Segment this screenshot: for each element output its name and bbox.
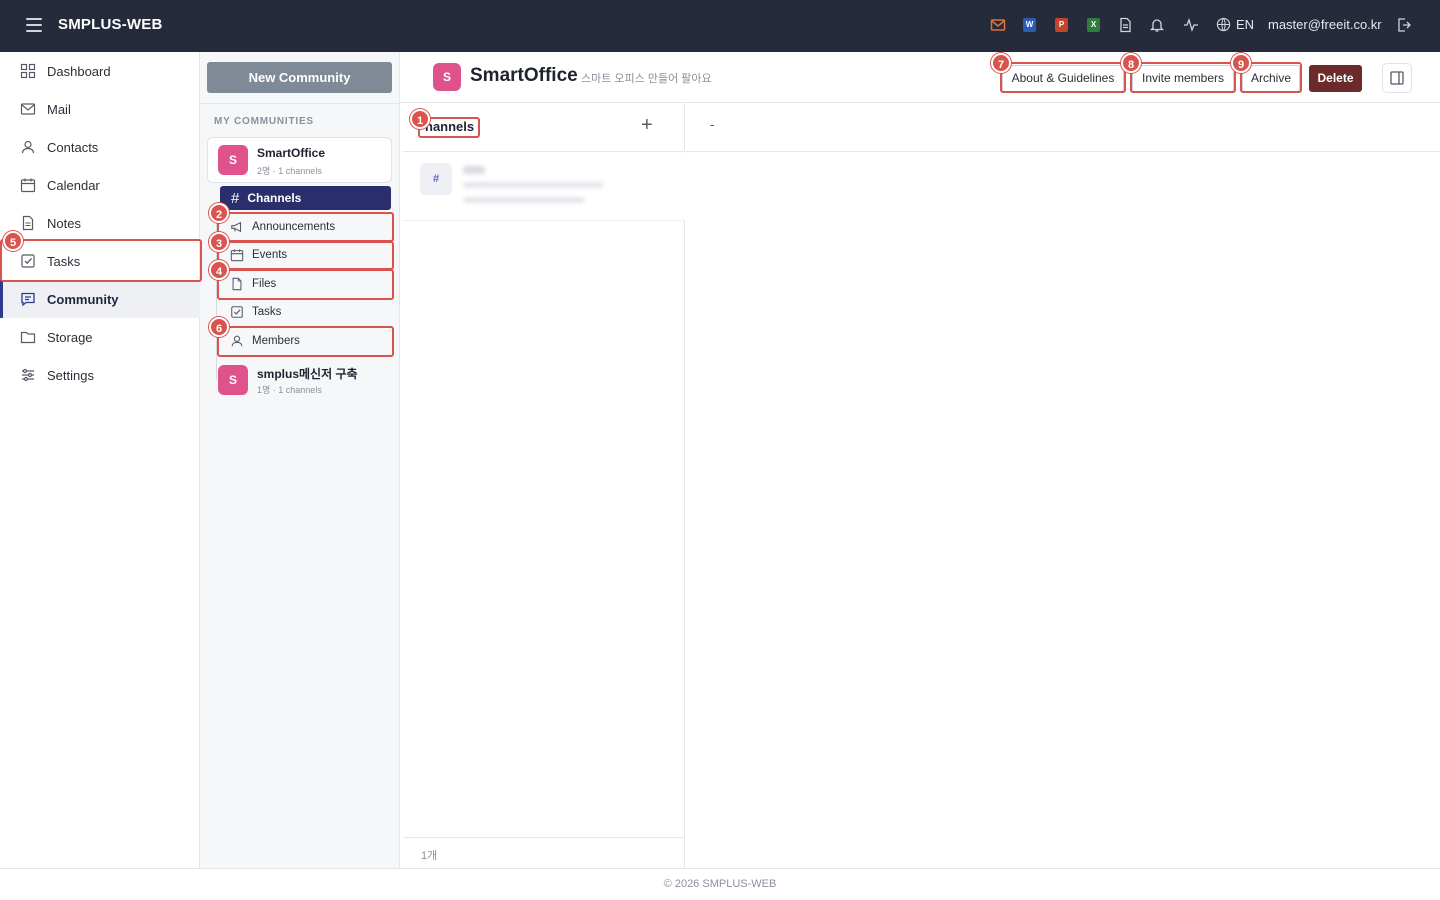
activity-icon[interactable] <box>1183 17 1199 33</box>
globe-icon <box>1216 17 1231 32</box>
subnav-label: Channels <box>247 191 302 205</box>
annotation-marker: 3 <box>209 232 229 252</box>
app-brand[interactable]: SMPLUS-WEB <box>58 16 163 33</box>
highlight-box <box>217 241 394 270</box>
subnav-tasks[interactable]: Tasks <box>220 300 391 324</box>
page-title: SmartOffice <box>470 65 578 86</box>
sidebar-item-dashboard[interactable]: Dashboard <box>0 52 200 90</box>
community-avatar: S <box>433 63 461 91</box>
sidebar-item-community[interactable]: Community <box>0 280 200 318</box>
channels-panel: hannels + # 1개 <box>403 103 685 868</box>
community-meta: 1명 · 1 channels <box>257 385 322 395</box>
language-label: EN <box>1236 17 1255 32</box>
sidebar-item-label: Storage <box>47 329 93 345</box>
annotation-marker: 7 <box>991 53 1011 73</box>
highlight-box <box>217 269 394 300</box>
copyright-text: © 2026 SMPLUS-WEB <box>663 878 777 890</box>
delete-button[interactable]: Delete <box>1309 65 1362 92</box>
community-list-panel: New Community MY COMMUNITIES S SmartOffi… <box>200 52 400 868</box>
sidebar-item-label: Calendar <box>47 177 100 193</box>
hash-icon: # <box>420 163 452 195</box>
channel-desc-redacted <box>463 182 603 188</box>
detail-header: - <box>686 103 1440 152</box>
sidebar-item-label: Community <box>47 291 119 307</box>
page-footer: © 2026 SMPLUS-WEB <box>0 868 1440 900</box>
excel-icon[interactable]: X <box>1087 18 1100 32</box>
section-label: MY COMMUNITIES <box>214 116 314 127</box>
community-name: SmartOffice <box>257 146 326 160</box>
document-icon[interactable] <box>1117 17 1133 33</box>
toggle-panel-button[interactable] <box>1382 63 1412 93</box>
annotation-marker: 4 <box>209 260 229 280</box>
annotation-marker: 1 <box>410 109 430 129</box>
new-community-button[interactable]: New Community <box>207 62 392 93</box>
annotation-marker: 8 <box>1121 53 1141 73</box>
channel-count: 1개 <box>421 850 438 862</box>
sidebar-item-label: Mail <box>47 101 71 117</box>
highlight-box <box>1130 62 1236 93</box>
sidebar-item-mail[interactable]: Mail <box>0 90 200 128</box>
annotation-marker: 2 <box>209 203 229 223</box>
community-card-smartoffice[interactable]: S SmartOffice 2명 · 1 channels <box>207 137 392 183</box>
sidebar-item-label: Notes <box>47 215 81 231</box>
check-square-icon <box>231 306 243 318</box>
community-avatar: S <box>218 365 248 395</box>
highlight-box <box>217 212 394 242</box>
community-item-smplus[interactable]: S smplus메신저 구축 1명 · 1 channels <box>207 360 392 406</box>
menu-icon[interactable] <box>26 18 42 32</box>
user-email[interactable]: master@freeit.co.kr <box>1268 17 1382 32</box>
add-channel-button[interactable]: + <box>641 114 653 137</box>
hash-icon: # <box>231 189 240 207</box>
annotation-marker: 5 <box>3 231 23 251</box>
sidebar-item-label: Dashboard <box>47 63 111 79</box>
community-name: smplus메신저 구축 <box>257 367 358 381</box>
folder-icon <box>20 331 36 344</box>
word-icon[interactable]: W <box>1023 18 1036 32</box>
sidebar-item-calendar[interactable]: Calendar <box>0 166 200 204</box>
highlight-box <box>217 326 394 357</box>
channel-row[interactable]: # <box>403 153 685 221</box>
user-icon <box>21 140 35 154</box>
powerpoint-icon[interactable]: P <box>1055 18 1068 32</box>
community-avatar: S <box>218 145 248 175</box>
top-bar: SMPLUS-WEB W P X EN master@freeit.co.kr <box>0 0 1440 52</box>
highlight-box <box>1000 62 1126 93</box>
annotation-marker: 9 <box>1231 53 1251 73</box>
panel-icon <box>1390 71 1404 85</box>
subnav-label: Tasks <box>252 306 282 318</box>
channel-name-redacted <box>463 166 485 174</box>
bell-icon[interactable] <box>1149 17 1165 33</box>
community-meta: 2명 · 1 channels <box>257 166 322 176</box>
annotation-marker: 6 <box>209 317 229 337</box>
channels-footer: 1개 <box>403 837 685 868</box>
community-description: 스마트 오피스 만들어 팔아요 <box>581 73 712 85</box>
note-icon <box>22 215 34 231</box>
calendar-icon <box>20 178 36 193</box>
divider <box>200 103 400 104</box>
highlight-box <box>0 239 202 282</box>
sidebar-item-label: Settings <box>47 367 94 383</box>
mail-icon[interactable] <box>990 17 1006 33</box>
detail-placeholder: - <box>710 117 715 132</box>
subnav-channels[interactable]: # Channels <box>220 186 391 210</box>
sidebar-item-notes[interactable]: Notes <box>0 204 200 242</box>
sidebar-item-settings[interactable]: Settings <box>0 356 200 394</box>
logout-icon[interactable] <box>1396 17 1412 33</box>
sidebar: Dashboard Mail Contacts Calendar Notes T… <box>0 52 200 868</box>
sidebar-item-storage[interactable]: Storage <box>0 318 200 356</box>
grid-icon <box>20 63 36 79</box>
language-selector[interactable]: EN <box>1216 17 1254 32</box>
sidebar-item-contacts[interactable]: Contacts <box>0 128 200 166</box>
mail-icon <box>20 103 36 115</box>
sliders-icon <box>22 368 34 382</box>
channel-meta-redacted <box>463 197 585 203</box>
sidebar-item-label: Contacts <box>47 139 99 155</box>
chat-icon <box>21 292 35 307</box>
